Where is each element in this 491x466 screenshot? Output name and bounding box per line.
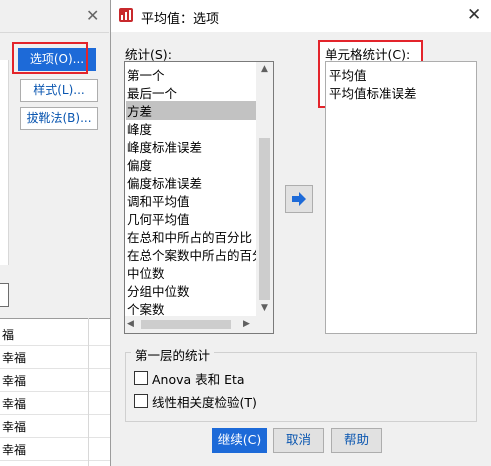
list-item[interactable]: 调和平均值: [127, 191, 190, 210]
list-item[interactable]: 在总个案数中所占的百分比: [127, 245, 273, 264]
scroll-right-icon[interactable]: ▶: [243, 319, 250, 329]
scroll-left-icon[interactable]: ◀: [127, 319, 134, 329]
move-right-button[interactable]: [285, 185, 313, 213]
bootstrap-button[interactable]: 拔靴法(B)...: [20, 107, 98, 130]
linearity-label: 线性相关度检验(T): [152, 395, 257, 410]
list-item[interactable]: 几何平均值: [127, 209, 190, 228]
table-row: 幸福: [0, 346, 110, 369]
list-item[interactable]: 平均值: [329, 65, 367, 84]
list-item[interactable]: 偏度: [127, 155, 152, 174]
list-item[interactable]: 中位数: [127, 263, 165, 282]
list-item[interactable]: 平均值标准误差: [329, 83, 417, 102]
vertical-scrollbar[interactable]: ▲ ▼: [256, 62, 273, 316]
background-dialog: ✕ 选项(O)... 样式(L)... 拔靴法(B)...: [0, 0, 111, 319]
scroll-up-icon[interactable]: ▲: [256, 64, 273, 74]
title-bar: 平均值：选项 ✕: [111, 0, 491, 32]
cell-statistics-list[interactable]: 平均值 平均值标准误差: [325, 61, 477, 334]
list-item[interactable]: 偏度标准误差: [127, 173, 202, 192]
list-edge: [0, 60, 9, 265]
list-item[interactable]: 分组中位数: [127, 281, 190, 300]
scroll-thumb[interactable]: [141, 320, 231, 329]
anova-checkbox[interactable]: [134, 371, 148, 385]
close-icon[interactable]: ✕: [86, 6, 99, 25]
table-row: 幸福: [0, 438, 110, 461]
scroll-down-icon[interactable]: ▼: [256, 303, 273, 313]
scroll-corner: [256, 316, 273, 333]
options-dialog: 平均值：选项 ✕ 统计(S): 第一个 最后一个 方差 峰度 峰度标准误差 偏度…: [110, 0, 491, 466]
dialog-title: 平均值：选项: [141, 12, 220, 27]
group-label: 第一层的统计: [131, 345, 215, 364]
divider: [0, 32, 109, 33]
list-item[interactable]: 最后一个: [127, 83, 177, 102]
table-row: 幸福: [0, 392, 110, 415]
style-button[interactable]: 样式(L)...: [20, 79, 98, 102]
highlight-box: [12, 42, 88, 74]
scroll-thumb[interactable]: [259, 138, 270, 300]
help-button[interactable]: 帮助: [331, 428, 382, 453]
list-item[interactable]: 峰度标准误差: [127, 137, 202, 156]
app-icon: [119, 8, 133, 22]
list-item-selected[interactable]: 方差: [126, 101, 256, 120]
partial-button[interactable]: [0, 283, 9, 307]
linearity-checkbox[interactable]: [134, 394, 148, 408]
cancel-button[interactable]: 取消: [273, 428, 324, 453]
anova-label: Anova 表和 Eta: [152, 372, 245, 387]
close-icon[interactable]: ✕: [467, 5, 481, 25]
table-row: 幸福: [0, 369, 110, 392]
list-item[interactable]: 在总和中所占的百分比: [127, 227, 252, 246]
list-item[interactable]: 第一个: [127, 65, 165, 84]
statistics-list[interactable]: 第一个 最后一个 方差 峰度 峰度标准误差 偏度 偏度标准误差 调和平均值 几何…: [124, 61, 274, 334]
arrow-right-icon: [292, 192, 306, 206]
continue-button[interactable]: 继续(C): [212, 428, 267, 453]
table-row: 福: [0, 323, 110, 346]
horizontal-scrollbar[interactable]: ◀ ▶: [125, 316, 256, 333]
list-item[interactable]: 峰度: [127, 119, 152, 138]
grid-divider: [88, 318, 89, 466]
table-row: 幸福: [0, 415, 110, 438]
